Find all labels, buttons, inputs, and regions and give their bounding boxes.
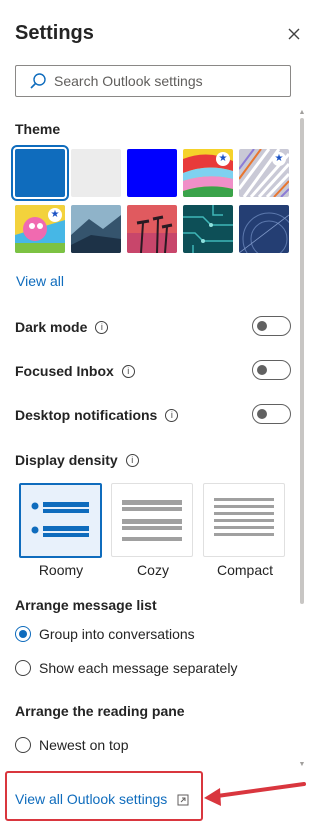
open-in-new-window-icon [177,793,189,806]
search-icon [28,71,48,91]
density-option-compact[interactable] [203,483,285,557]
premium-star-icon: ★ [272,152,286,166]
desktop-notifications-toggle[interactable] [252,404,291,424]
radio-label: Show each message separately [39,660,238,676]
radio-button[interactable] [15,660,31,676]
density-label-cozy: Cozy [137,562,169,578]
density-option-cozy[interactable] [111,483,193,557]
theme-swatch-rainbow[interactable]: ★ [183,149,233,197]
theme-swatch-mountain[interactable] [71,205,121,253]
info-icon[interactable]: i [125,453,139,467]
radio-label: Newest on top [39,737,129,753]
theme-view-all-link[interactable]: View all [16,273,64,289]
focused-inbox-toggle[interactable] [252,360,291,380]
dark-mode-text: Dark mode [15,319,88,335]
theme-heading: Theme [15,121,61,137]
radio-button[interactable] [15,737,31,753]
scroll-down-arrow-icon[interactable]: ▼ [298,761,306,768]
theme-swatch-palms[interactable] [127,205,177,253]
density-label-roomy: Roomy [38,562,84,578]
display-density-text: Display density [15,452,118,468]
theme-swatch-blue[interactable] [11,145,69,201]
info-icon[interactable]: i [121,364,135,378]
theme-swatch-circuit[interactable] [183,205,233,253]
close-icon[interactable] [284,24,304,44]
search-placeholder: Search Outlook settings [54,73,203,89]
radio-button[interactable] [15,626,31,642]
theme-swatch-light-gray[interactable] [71,149,121,197]
density-label-compact: Compact [216,562,274,578]
view-all-outlook-settings-link[interactable]: View all Outlook settings [15,791,189,807]
arrange-reading-pane-heading: Arrange the reading pane [15,703,185,719]
focused-inbox-label: Focused Inbox i [15,363,135,379]
info-icon[interactable]: i [165,408,179,422]
radio-group-into-conversations[interactable]: Group into conversations [15,626,195,642]
theme-swatch-lines[interactable]: ★ [239,149,289,197]
density-option-roomy[interactable] [19,483,102,558]
focused-inbox-text: Focused Inbox [15,363,114,379]
radio-newest-on-top[interactable]: Newest on top [15,737,129,753]
display-density-heading: Display density i [15,452,139,468]
radio-label: Group into conversations [39,626,195,642]
scroll-up-arrow-icon[interactable]: ▲ [298,109,306,116]
view-all-outlook-settings-text: View all Outlook settings [15,791,168,807]
theme-swatch-cartoon[interactable]: ★ [15,205,65,253]
dark-mode-label: Dark mode i [15,319,109,335]
arrange-message-list-heading: Arrange message list [15,597,157,613]
red-arrow-annotation [200,780,306,815]
dark-mode-toggle[interactable] [252,316,291,336]
premium-star-icon: ★ [216,152,230,166]
panel-title: Settings [15,22,94,44]
theme-swatch-bright-blue[interactable] [127,149,177,197]
theme-swatch-aviation[interactable] [239,205,289,253]
scrollbar-thumb[interactable] [300,118,304,604]
desktop-notifications-text: Desktop notifications [15,407,158,423]
premium-star-icon: ★ [48,208,62,222]
desktop-notifications-label: Desktop notifications i [15,407,179,423]
radio-show-each-message[interactable]: Show each message separately [15,660,237,676]
info-icon[interactable]: i [95,320,109,334]
search-input[interactable]: Search Outlook settings [15,65,291,97]
